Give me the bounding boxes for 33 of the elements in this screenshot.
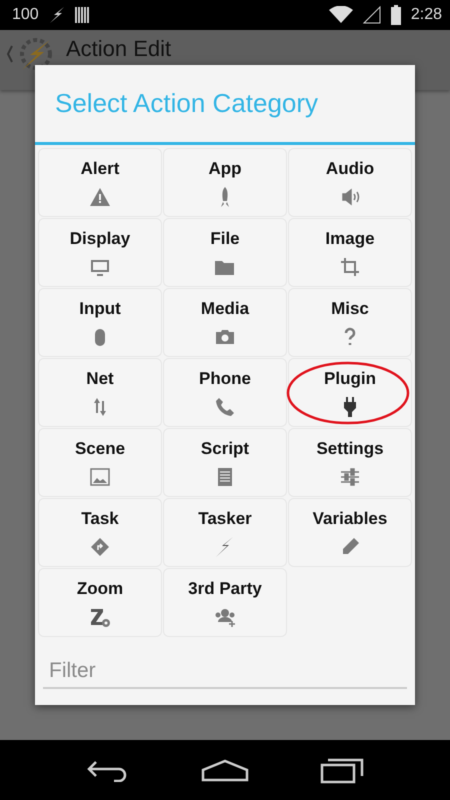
battery-icon [390,5,401,25]
battery-level: 100 [12,6,39,24]
category-tile[interactable]: 3rd Party [163,568,287,637]
category-tile[interactable]: Input [38,288,162,357]
category-tile[interactable]: Media [163,288,287,357]
category-tile[interactable]: Net [38,358,162,427]
category-tile[interactable]: Task [38,498,162,567]
barcode-icon [74,6,91,24]
category-tile[interactable]: Misc [288,288,412,357]
category-tile[interactable]: Plugin [288,358,412,427]
screen-title: Action Edit [66,36,172,62]
category-tile[interactable]: Audio [288,148,412,217]
recent-apps-icon[interactable] [320,756,364,784]
wifi-icon [328,6,353,24]
category-tile[interactable]: Display [38,218,162,287]
category-tile[interactable]: Variables [288,498,412,567]
crop-icon [338,255,362,279]
category-tile[interactable]: Zoom [38,568,162,637]
category-tile[interactable]: Scene [38,428,162,497]
category-tile[interactable]: Settings [288,428,412,497]
home-icon[interactable] [200,758,249,782]
signal-icon [362,6,381,24]
category-tile[interactable]: App [163,148,287,217]
dialog-title: Select Action Category [35,65,415,145]
category-tile[interactable]: Script [163,428,287,497]
category-tile[interactable]: Phone [163,358,287,427]
category-tile[interactable]: Image [288,218,412,287]
filter-field[interactable]: Filter [43,655,407,689]
phone-icon [213,395,237,419]
category-tile[interactable]: Tasker [163,498,287,567]
category-tile[interactable]: Alert [38,148,162,217]
category-tile[interactable]: File [163,218,287,287]
clock: 2:28 [410,6,442,24]
